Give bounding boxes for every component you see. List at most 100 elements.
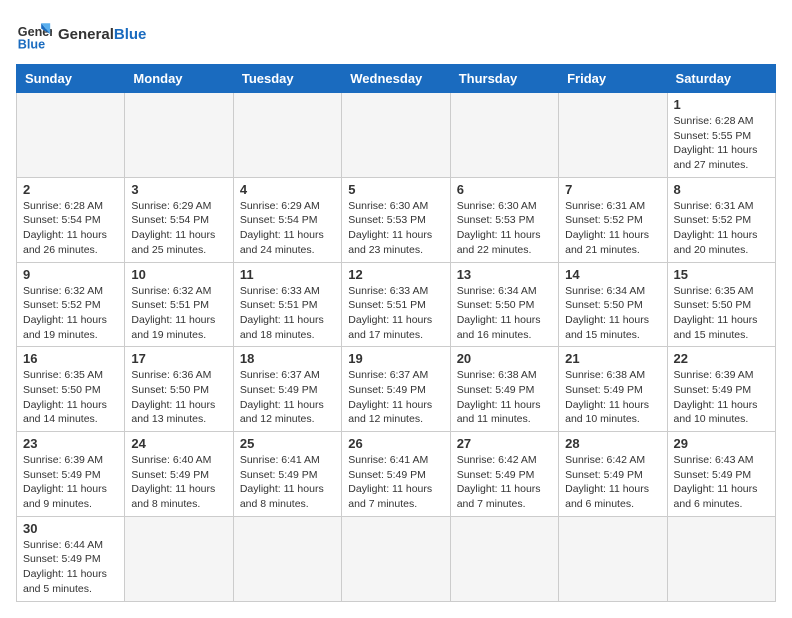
sunset-label: Sunset: 5:50 PM — [23, 384, 101, 396]
sunrise-label: Sunrise: 6:40 AM — [131, 454, 211, 466]
sunset-label: Sunset: 5:49 PM — [457, 469, 535, 481]
daylight-label: Daylight: 11 hours and 21 minutes. — [565, 229, 649, 256]
logo-icon: General Blue — [16, 16, 52, 52]
day-number: 27 — [457, 436, 552, 451]
sunrise-label: Sunrise: 6:31 AM — [674, 200, 754, 212]
sunrise-label: Sunrise: 6:34 AM — [457, 285, 537, 297]
daylight-label: Daylight: 11 hours and 7 minutes. — [348, 483, 432, 510]
sunset-label: Sunset: 5:49 PM — [240, 469, 318, 481]
day-info: Sunrise: 6:38 AMSunset: 5:49 PMDaylight:… — [457, 368, 552, 427]
sunset-label: Sunset: 5:53 PM — [457, 214, 535, 226]
day-number: 2 — [23, 182, 118, 197]
day-info: Sunrise: 6:30 AMSunset: 5:53 PMDaylight:… — [348, 199, 443, 258]
calendar-cell: 18Sunrise: 6:37 AMSunset: 5:49 PMDayligh… — [233, 347, 341, 432]
sunrise-label: Sunrise: 6:28 AM — [23, 200, 103, 212]
sunrise-label: Sunrise: 6:42 AM — [457, 454, 537, 466]
calendar-cell: 15Sunrise: 6:35 AMSunset: 5:50 PMDayligh… — [667, 262, 775, 347]
calendar-cell: 7Sunrise: 6:31 AMSunset: 5:52 PMDaylight… — [559, 177, 667, 262]
day-header-friday: Friday — [559, 65, 667, 93]
daylight-label: Daylight: 11 hours and 8 minutes. — [240, 483, 324, 510]
sunset-label: Sunset: 5:54 PM — [23, 214, 101, 226]
day-number: 30 — [23, 521, 118, 536]
calendar-cell: 21Sunrise: 6:38 AMSunset: 5:49 PMDayligh… — [559, 347, 667, 432]
logo: General Blue GeneralBlue — [16, 16, 146, 52]
daylight-label: Daylight: 11 hours and 24 minutes. — [240, 229, 324, 256]
day-info: Sunrise: 6:42 AM Sunset: 5:49 PM Daylight:… — [457, 453, 552, 512]
day-info: Sunrise: 6:41 AM Sunset: 5:49 PM Daylight:… — [240, 453, 335, 512]
sunrise-label: Sunrise: 6:39 AM — [674, 369, 754, 381]
sunset-label: Sunset: 5:50 PM — [131, 384, 209, 396]
day-number: 4 — [240, 182, 335, 197]
calendar-cell — [125, 93, 233, 178]
sunrise-label: Sunrise: 6:28 AM — [674, 115, 754, 127]
sunrise-label: Sunrise: 6:42 AM — [565, 454, 645, 466]
calendar-cell: 13Sunrise: 6:34 AMSunset: 5:50 PMDayligh… — [450, 262, 558, 347]
calendar-cell: 5 Sunrise: 6:30 AMSunset: 5:53 PMDaylight… — [342, 177, 450, 262]
day-info: Sunrise: 6:39 AMSunset: 5:49 PMDaylight:… — [23, 453, 118, 512]
calendar-week-2: 2 Sunrise: 6:28 AM Sunset: 5:54 PM Daylight… — [17, 177, 776, 262]
day-number: 24 — [131, 436, 226, 451]
daylight-label: Daylight: 11 hours and 5 minutes. — [23, 568, 107, 595]
sunrise-label: Sunrise: 6:43 AM — [674, 454, 754, 466]
daylight-label: Daylight: 11 hours and 10 minutes. — [565, 399, 649, 426]
day-number: 25 — [240, 436, 335, 451]
day-header-monday: Monday — [125, 65, 233, 93]
sunset-label: Sunset: 5:49 PM — [457, 384, 535, 396]
calendar-cell — [17, 93, 125, 178]
calendar-week-6: 30 Sunrise: 6:44 AMSunset: 5:49 PMDayligh… — [17, 516, 776, 601]
day-number: 5 — [348, 182, 443, 197]
sunrise-label: Sunrise: 6:31 AM — [565, 200, 645, 212]
sunset-label: Sunset: 5:52 PM — [23, 299, 101, 311]
sunset-label: Sunset: 5:53 PM — [348, 214, 426, 226]
calendar-cell: 4Sunrise: 6:29 AMSunset: 5:54 PMDaylight… — [233, 177, 341, 262]
daylight-label: Daylight: 11 hours and 12 minutes. — [240, 399, 324, 426]
daylight-label: Daylight: 11 hours and 7 minutes. — [457, 483, 541, 510]
sunrise-label: Sunrise: 6:35 AM — [674, 285, 754, 297]
day-info: Sunrise: 6:30 AMSunset: 5:53 PMDaylight:… — [457, 199, 552, 258]
sunrise-label: Sunrise: 6:33 AM — [240, 285, 320, 297]
day-header-sunday: Sunday — [17, 65, 125, 93]
daylight-label: Daylight: 11 hours and 23 minutes. — [348, 229, 432, 256]
daylight-label: Daylight: 11 hours and 8 minutes. — [131, 483, 215, 510]
calendar-cell: 25 Sunrise: 6:41 AM Sunset: 5:49 PM Dayligh… — [233, 432, 341, 517]
day-number: 29 — [674, 436, 769, 451]
sunrise-label: Sunrise: 6:37 AM — [348, 369, 428, 381]
sunrise-label: Sunrise: 6:39 AM — [23, 454, 103, 466]
day-info: Sunrise: 6:42 AMSunset: 5:49 PMDaylight:… — [565, 453, 660, 512]
sunset-label: Sunset: 5:49 PM — [348, 469, 426, 481]
day-info: Sunrise: 6:44 AMSunset: 5:49 PMDaylight:… — [23, 538, 118, 597]
calendar-cell — [342, 516, 450, 601]
daylight-label: Daylight: 11 hours and 25 minutes. — [131, 229, 215, 256]
logo-text: GeneralBlue — [58, 26, 146, 43]
calendar-cell: 17Sunrise: 6:36 AMSunset: 5:50 PMDayligh… — [125, 347, 233, 432]
sunrise-label: Sunrise: 6:38 AM — [457, 369, 537, 381]
calendar-cell — [125, 516, 233, 601]
sunrise-label: Sunrise: 6:34 AM — [565, 285, 645, 297]
sunset-label: Sunset: 5:50 PM — [457, 299, 535, 311]
sunset-label: Sunset: 5:51 PM — [131, 299, 209, 311]
day-number: 3 — [131, 182, 226, 197]
daylight-label: Daylight: 11 hours and 14 minutes. — [23, 399, 107, 426]
sunrise-label: Sunrise: 6:41 AM — [240, 454, 320, 466]
day-number: 11 — [240, 267, 335, 282]
daylight-label: Daylight: 11 hours and 16 minutes. — [457, 314, 541, 341]
calendar-cell: 9Sunrise: 6:32 AMSunset: 5:52 PMDaylight… — [17, 262, 125, 347]
calendar-header-row: SundayMondayTuesdayWednesdayThursdayFrid… — [17, 65, 776, 93]
day-info: Sunrise: 6:33 AMSunset: 5:51 PMDaylight:… — [348, 284, 443, 343]
daylight-label: Daylight: 11 hours and 26 minutes. — [23, 229, 107, 256]
calendar-cell: 23 Sunrise: 6:39 AMSunset: 5:49 PMDayligh… — [17, 432, 125, 517]
calendar-cell — [450, 93, 558, 178]
sunset-label: Sunset: 5:54 PM — [240, 214, 318, 226]
day-number: 23 — [23, 436, 118, 451]
calendar-week-4: 16Sunrise: 6:35 AMSunset: 5:50 PMDayligh… — [17, 347, 776, 432]
calendar-cell: 29Sunrise: 6:43 AMSunset: 5:49 PMDayligh… — [667, 432, 775, 517]
day-info: Sunrise: 6:32 AMSunset: 5:51 PMDaylight:… — [131, 284, 226, 343]
day-header-tuesday: Tuesday — [233, 65, 341, 93]
day-number: 8 — [674, 182, 769, 197]
day-info: Sunrise: 6:29 AMSunset: 5:54 PMDaylight:… — [131, 199, 226, 258]
daylight-label: Daylight: 11 hours and 20 minutes. — [674, 229, 758, 256]
calendar-cell — [233, 516, 341, 601]
day-info: Sunrise: 6:37 AMSunset: 5:49 PMDaylight:… — [240, 368, 335, 427]
sunrise-label: Sunrise: 6:44 AM — [23, 539, 103, 551]
day-info: Sunrise: 6:28 AMSunset: 5:55 PMDaylight:… — [674, 114, 769, 173]
